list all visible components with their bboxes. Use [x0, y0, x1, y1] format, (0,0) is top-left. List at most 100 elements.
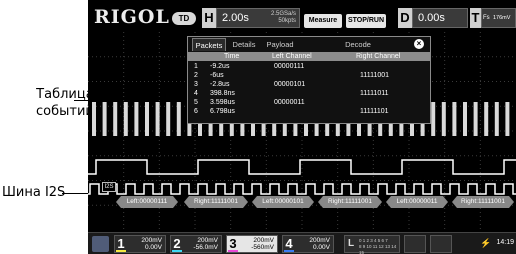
usb-icon: ⚡	[480, 238, 492, 248]
row-number: 2	[194, 72, 198, 79]
oscilloscope-screen: RIGOL TD H 2.00s 2.5GSa/s 50kpts Measure…	[88, 0, 516, 254]
table-row[interactable]: 3 -2.8us 00000101	[188, 80, 430, 89]
trigger-source: Fs	[483, 15, 490, 21]
bus-packet[interactable]: Left:00000111	[116, 196, 178, 208]
sclk-pulse	[505, 102, 510, 136]
row-number: 4	[194, 90, 198, 97]
row-time: 6.798us	[210, 108, 235, 115]
logic-analyzer-box[interactable]: L 0 1 2 3 4 5 6 7 8 9 10 11 12 13 14 15	[344, 235, 400, 254]
sclk-pulse	[166, 102, 171, 136]
sclk-pulse	[123, 102, 128, 136]
sclk-pulse	[113, 102, 118, 136]
row-number: 1	[194, 63, 198, 70]
row-number: 3	[194, 81, 198, 88]
timebase-value: 2.00s	[222, 12, 249, 24]
table-row[interactable]: 2 -6us 11111001	[188, 71, 430, 80]
tab-details[interactable]: Details	[228, 38, 260, 51]
row-time: -2.8us	[210, 81, 230, 88]
sample-rate: 2.5GSa/s	[270, 11, 296, 17]
i2s-bus-callout: Шина I2S	[2, 185, 66, 200]
row-left-channel: 00000101	[274, 81, 306, 88]
channel-offset: -56.0mV	[193, 244, 218, 251]
channel-offset: 0.00V	[145, 244, 162, 251]
column-right-channel: Right Channel	[356, 53, 401, 60]
tab-payload[interactable]: Payload	[262, 38, 298, 51]
logic-row-2: 8 9 10 11 12 13 14 15	[359, 244, 397, 254]
delay-value: 0.00s	[418, 12, 445, 24]
i2s-bus-leader	[62, 193, 90, 194]
events-table-tabs: Packets Details Payload Decode ×	[188, 37, 430, 51]
channel-3-box[interactable]: 3 200mV -560mV	[226, 235, 278, 253]
tab-packets[interactable]: Packets	[192, 38, 226, 51]
table-row[interactable]: 6 6.798us 11111101	[188, 107, 430, 116]
events-table-panel: Packets Details Payload Decode × Time Le…	[187, 36, 431, 124]
ws-trace	[88, 159, 516, 175]
bus-packet[interactable]: Left:00000011	[386, 196, 448, 208]
row-time: 3.598us	[210, 99, 235, 106]
channel-number: 3	[228, 236, 238, 252]
bottom-bar: 1 200mV 0.00V 2 200mV -56.0mV 3 200mV -560mV 4 200…	[88, 232, 516, 254]
channel-offset: -560mV	[251, 244, 274, 251]
sclk-pulse	[452, 102, 457, 136]
channel-number: 4	[284, 236, 294, 252]
clock: 14:19	[496, 239, 514, 246]
channel-offset: 0.00V	[313, 244, 330, 251]
events-table-header: Time Left Channel Right Channel	[188, 52, 430, 61]
memory-depth: 50kpts	[278, 18, 296, 24]
rigol-logo: RIGOL	[94, 6, 170, 28]
math-g2-box[interactable]	[430, 235, 452, 253]
channel-1-box[interactable]: 1 200mV 0.00V	[114, 235, 166, 253]
sclk-pulse	[92, 102, 96, 136]
row-time: -6us	[210, 72, 224, 79]
column-time: Time	[224, 53, 240, 60]
channel-number: 1	[116, 236, 126, 252]
sclk-pulse	[494, 102, 499, 136]
events-table-callout: Таблица событий	[36, 86, 94, 120]
td-badge: TD	[172, 12, 196, 25]
sclk-pulse	[134, 102, 139, 136]
math-g1-box[interactable]	[404, 235, 426, 253]
top-bar: RIGOL TD H 2.00s 2.5GSa/s 50kpts Measure…	[88, 0, 516, 32]
row-time: 398.8ns	[210, 90, 235, 97]
bus-packet[interactable]: Right:11111001	[452, 196, 514, 208]
sclk-pulse	[155, 102, 160, 136]
channel-2-box[interactable]: 2 200mV -56.0mV	[170, 235, 222, 253]
row-left-channel: 00000011	[274, 99, 305, 106]
measure-button[interactable]: Measure	[304, 14, 342, 28]
sclk-pulse	[102, 102, 107, 136]
table-row[interactable]: 1 -9.2us 00000111	[188, 62, 430, 71]
i2s-bus-label[interactable]: I2S	[102, 182, 116, 192]
row-number: 5	[194, 99, 198, 106]
close-icon[interactable]: ×	[414, 39, 424, 49]
sclk-pulse	[473, 102, 478, 136]
sclk-pulse	[463, 102, 467, 136]
sclk-pulse	[145, 102, 149, 136]
home-icon[interactable]	[92, 236, 109, 252]
row-left-channel: 00000111	[274, 63, 305, 70]
events-table-callout-line2: событий	[36, 104, 94, 119]
bus-packet[interactable]: Right:11111001	[184, 196, 248, 208]
logic-label: L	[347, 238, 355, 249]
logic-channels: 0 1 2 3 4 5 6 7 8 9 10 11 12 13 14 15	[359, 238, 399, 254]
acquisition-info: 2.5GSa/s 50kpts	[260, 11, 296, 25]
sclk-pulse	[176, 102, 181, 136]
channel-4-box[interactable]: 4 200mV 0.00V	[282, 235, 334, 253]
row-right-channel: 11111001	[360, 72, 390, 79]
table-row[interactable]: 4 398.8ns 11111011	[188, 89, 430, 98]
bus-packet[interactable]: Left:00000101	[252, 196, 314, 208]
trigger-key[interactable]: T	[470, 8, 481, 28]
sclk-pulse	[484, 102, 489, 136]
trigger-level: 176mV	[493, 15, 511, 21]
row-number: 6	[194, 108, 198, 115]
horizontal-key[interactable]: H	[202, 8, 216, 28]
table-row[interactable]: 5 3.598us 00000011	[188, 98, 430, 107]
i2s-decode-bus: Left:00000111 Right:11111001 Left:000001…	[88, 193, 516, 211]
delay-key[interactable]: D	[398, 8, 412, 28]
tab-decode[interactable]: Decode	[338, 38, 378, 51]
sclk-pulse	[431, 102, 436, 136]
row-time: -9.2us	[210, 63, 230, 70]
row-right-channel: 11111101	[360, 108, 389, 115]
bus-packet[interactable]: Right:11111001	[318, 196, 382, 208]
stop-run-button[interactable]: STOP/RUN	[346, 14, 386, 28]
channel-number: 2	[172, 236, 182, 252]
